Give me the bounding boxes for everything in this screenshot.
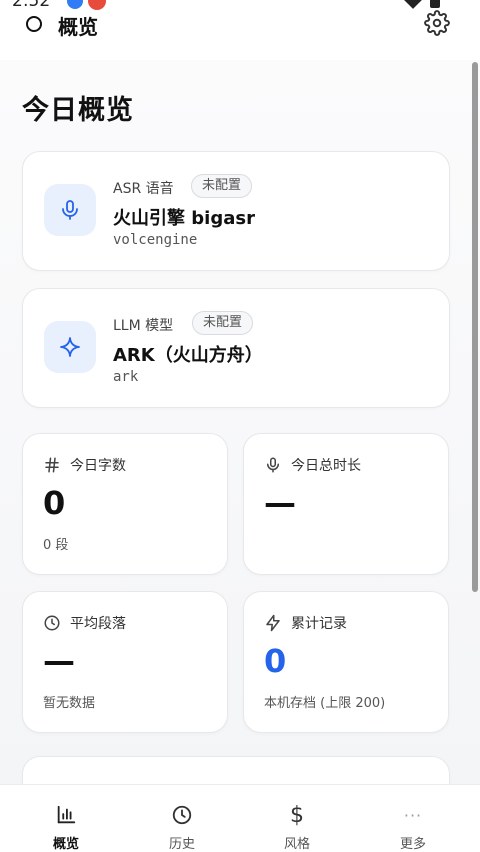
sparkle-icon (44, 321, 96, 373)
status-badge: 未配置 (191, 174, 253, 198)
engine-name: 火山引擎 bigasr (113, 208, 255, 229)
notification-icon (67, 0, 83, 9)
engine-kind-label: LLM 模型 (113, 318, 174, 334)
stat-label: 今日字数 (70, 458, 126, 474)
stat-label: 累计记录 (291, 616, 347, 632)
tab-label: 风格 (283, 837, 310, 852)
bolt-icon (266, 614, 280, 632)
clock-icon (44, 615, 60, 631)
stat-subtext: 本机存档 (上限 200) (264, 696, 386, 711)
stat-card-average-paragraph: 平均段落 — 暂无数据 (22, 591, 228, 733)
wifi-icon (403, 0, 423, 9)
tab-more[interactable]: ··· 更多 (353, 785, 473, 852)
tab-history[interactable]: 历史 (122, 785, 242, 852)
overview-content[interactable]: 今日概览 ASR 语音 未配置 火山引擎 bigasr volcengine L… (0, 60, 480, 784)
stat-label: 平均段落 (70, 616, 126, 632)
page-title: 今日概览 (22, 95, 134, 126)
asr-engine-card[interactable]: ASR 语音 未配置 火山引擎 bigasr volcengine (22, 151, 450, 271)
stat-value: — (264, 484, 296, 522)
app-header: 概览 (0, 10, 480, 60)
status-badge: 未配置 (192, 311, 254, 335)
stat-card-total-records: 累计记录 0 本机存档 (上限 200) (243, 591, 449, 733)
engine-id: volcengine (113, 232, 198, 248)
stat-subtext: 0 段 (43, 538, 69, 553)
stat-value: — (43, 642, 75, 680)
bottom-nav: 概览 历史 $ 风格 ··· 更多 (0, 784, 480, 852)
avatar-notification-icon (88, 0, 106, 10)
stat-value: 0 (264, 642, 287, 680)
stat-label: 今日总时长 (291, 458, 361, 474)
scrollbar[interactable] (472, 62, 478, 592)
more-icon: ··· (403, 805, 423, 825)
status-time: 2:52 (12, 0, 51, 11)
bar-chart-icon (54, 803, 78, 827)
page-header-title: 概览 (58, 15, 98, 39)
clock-icon (170, 803, 194, 827)
stat-subtext: 暂无数据 (43, 696, 96, 711)
tab-label: 概览 (52, 837, 79, 852)
stat-value: 0 (43, 484, 66, 522)
engine-id: ark (113, 369, 139, 385)
hash-icon (45, 457, 59, 473)
gear-icon[interactable] (424, 10, 450, 36)
llm-engine-card[interactable]: LLM 模型 未配置 ARK（火山方舟） ark (22, 288, 450, 408)
mic-icon (44, 184, 96, 236)
partial-card (22, 756, 450, 784)
stat-card-total-duration: 今日总时长 — (243, 433, 449, 575)
tab-label: 更多 (399, 837, 426, 852)
battery-icon (430, 0, 440, 8)
dollar-icon: $ (290, 802, 304, 828)
engine-kind-label: ASR 语音 (113, 181, 174, 197)
tab-label: 历史 (168, 837, 195, 852)
tab-style[interactable]: $ 风格 (237, 785, 357, 852)
engine-name: ARK（火山方舟） (113, 345, 263, 366)
app-logo-icon (26, 16, 42, 32)
stat-card-word-count: 今日字数 0 0 段 (22, 433, 228, 575)
mic-icon (267, 457, 279, 473)
tab-overview[interactable]: 概览 (6, 785, 126, 852)
status-bar: 2:52 (0, 0, 480, 11)
